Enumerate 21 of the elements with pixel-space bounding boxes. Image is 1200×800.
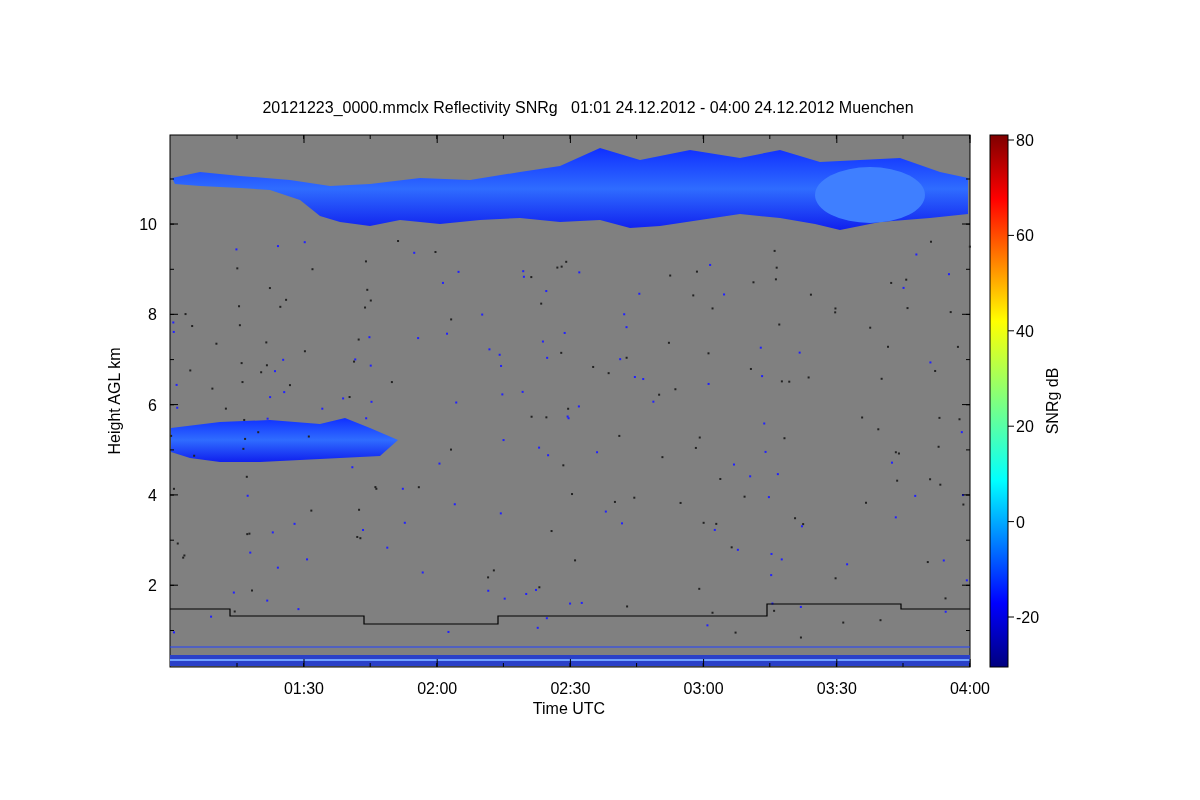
axis-label: Height AGL km xyxy=(106,347,123,455)
tick-label: 03:00 xyxy=(683,680,724,697)
axis-label: SNRg dB xyxy=(1044,367,1061,435)
tick-label: 6 xyxy=(148,396,157,414)
tick-label: 01:30 xyxy=(284,680,324,697)
tick-label: 80 xyxy=(1016,132,1034,149)
tick-label: 04:00 xyxy=(950,680,990,697)
tick-label: 40 xyxy=(1016,322,1034,340)
tick-label: 03:30 xyxy=(816,680,857,697)
axis-label: Time UTC xyxy=(532,700,606,717)
tick-label: 10 xyxy=(139,216,157,233)
chart-title: 20121223_0000.mmclx Reflectivity SNRg 01:01 24.12.2012 - 04:00 24.12.2012 Muenchen xyxy=(262,99,914,116)
tick-label: 2 xyxy=(148,577,157,595)
tick-label: 02:30 xyxy=(550,680,591,697)
tick-label: 20 xyxy=(1016,418,1034,436)
tick-label: 60 xyxy=(1016,227,1034,245)
tick-label: 02:00 xyxy=(417,680,458,697)
tick-label: 0 xyxy=(1016,513,1025,531)
tick-label: 4 xyxy=(148,486,157,504)
tick-label: 8 xyxy=(148,306,157,324)
tick-label: -20 xyxy=(1016,609,1040,626)
